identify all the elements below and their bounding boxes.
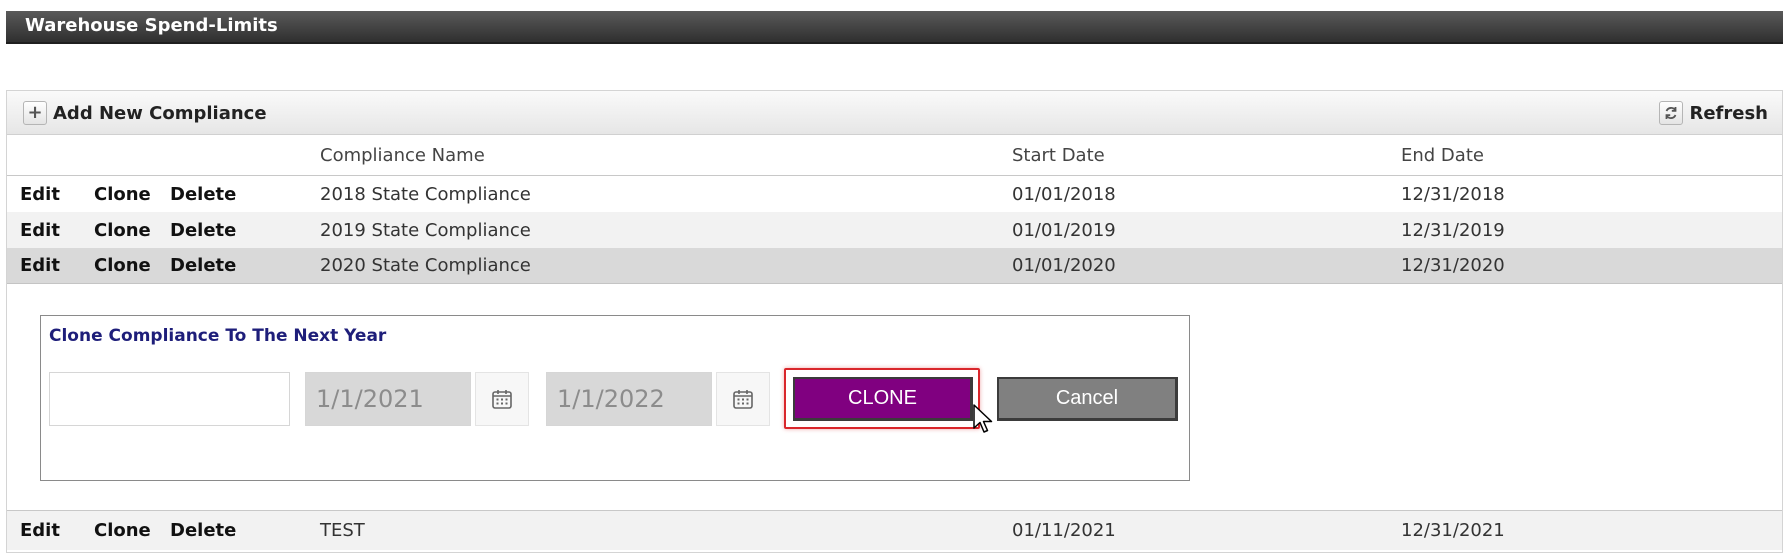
end-date-cell: 12/31/2018 — [1401, 183, 1505, 205]
delete-link[interactable]: Delete — [170, 212, 236, 248]
table-row: Edit Clone Delete 2018 State Compliance … — [7, 176, 1782, 212]
refresh-icon — [1659, 101, 1684, 125]
table-header: Compliance Name Start Date End Date — [7, 135, 1782, 176]
clone-compliance-panel: Clone Compliance To The Next Year 1/1/20… — [40, 315, 1190, 481]
compliance-name-input[interactable] — [49, 372, 290, 426]
refresh-label: Refresh — [1689, 102, 1768, 124]
delete-link[interactable]: Delete — [170, 511, 236, 550]
table-row: Edit Clone Delete 2019 State Compliance … — [7, 212, 1782, 248]
edit-link[interactable]: Edit — [20, 511, 60, 550]
clone-link[interactable]: Clone — [94, 212, 151, 248]
delete-link[interactable]: Delete — [170, 176, 236, 212]
refresh-button[interactable]: Refresh — [1659, 91, 1768, 135]
edit-link[interactable]: Edit — [20, 176, 60, 212]
start-date-cell: 01/11/2021 — [1012, 520, 1116, 541]
add-new-compliance-button[interactable]: + Add New Compliance — [23, 91, 267, 135]
page-title: Warehouse Spend-Limits — [25, 15, 278, 36]
edit-link[interactable]: Edit — [20, 212, 60, 248]
compliance-name-cell: 2019 State Compliance — [320, 219, 531, 241]
clone-link[interactable]: Clone — [94, 511, 151, 550]
grid-toolbar: + Add New Compliance Refresh — [7, 91, 1782, 135]
clone-link[interactable]: Clone — [94, 248, 151, 283]
start-date-calendar-button[interactable] — [475, 372, 529, 426]
end-date-calendar-button[interactable] — [716, 372, 770, 426]
delete-link[interactable]: Delete — [170, 248, 236, 283]
end-date-cell: 12/31/2021 — [1401, 520, 1505, 541]
clone-button[interactable]: CLONE — [793, 377, 973, 421]
start-date-cell: 01/01/2018 — [1012, 183, 1116, 205]
compliance-name-cell: TEST — [320, 520, 365, 541]
mouse-pointer-icon — [973, 404, 993, 433]
table-row: Edit Clone Delete TEST 01/11/2021 12/31/… — [7, 510, 1782, 550]
clone-panel-title: Clone Compliance To The Next Year — [49, 326, 387, 346]
start-date-cell: 01/01/2020 — [1012, 255, 1116, 276]
add-new-compliance-label: Add New Compliance — [53, 102, 267, 124]
start-date-cell: 01/01/2019 — [1012, 219, 1116, 241]
clone-detail-area: Clone Compliance To The Next Year 1/1/20… — [7, 285, 1782, 510]
cancel-button[interactable]: Cancel — [997, 377, 1178, 421]
edit-link[interactable]: Edit — [20, 248, 60, 283]
compliance-grid: + Add New Compliance Refresh Compliance … — [6, 90, 1783, 553]
calendar-icon — [733, 390, 753, 409]
column-header-compliance-name[interactable]: Compliance Name — [320, 135, 485, 175]
column-header-end-date[interactable]: End Date — [1401, 135, 1484, 175]
end-date-cell: 12/31/2019 — [1401, 219, 1505, 241]
compliance-name-cell: 2020 State Compliance — [320, 255, 531, 276]
column-header-start-date[interactable]: Start Date — [1012, 135, 1105, 175]
page-title-bar: Warehouse Spend-Limits — [6, 11, 1783, 44]
clone-link[interactable]: Clone — [94, 176, 151, 212]
compliance-name-cell: 2018 State Compliance — [320, 183, 531, 205]
end-date-input[interactable] — [546, 372, 712, 426]
end-date-cell: 12/31/2020 — [1401, 255, 1505, 276]
table-row-selected: Edit Clone Delete 2020 State Compliance … — [7, 248, 1782, 284]
calendar-icon — [492, 390, 512, 409]
start-date-input[interactable] — [305, 372, 471, 426]
plus-icon: + — [23, 101, 47, 125]
